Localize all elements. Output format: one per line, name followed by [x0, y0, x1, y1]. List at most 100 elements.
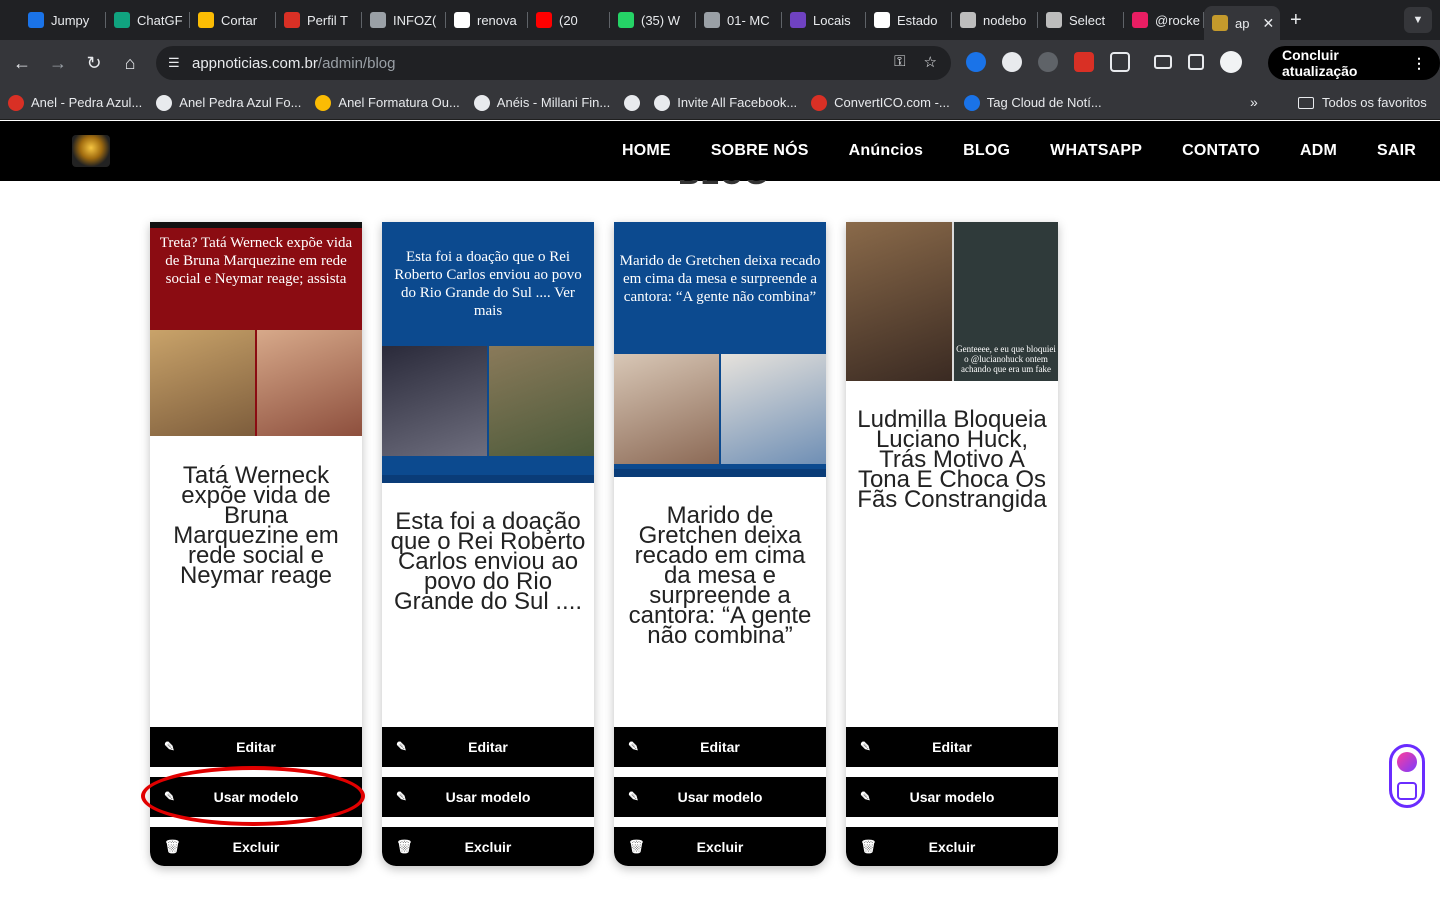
pencil-icon: ✎	[860, 739, 871, 754]
bookmark-item[interactable]: Anel Pedra Azul Fo...	[156, 94, 301, 111]
browser-tab[interactable]: Cortar	[190, 0, 276, 40]
tab-favicon-icon	[28, 12, 44, 28]
extension-wave-icon[interactable]	[1038, 52, 1058, 72]
password-key-icon[interactable]: ⚿	[894, 53, 905, 71]
tab-favicon-icon	[1212, 15, 1228, 31]
reload-icon[interactable]: ↻	[76, 45, 112, 81]
update-chrome-button[interactable]: Concluir atualização ⋮	[1268, 46, 1440, 80]
tab-favicon-icon	[536, 12, 552, 28]
close-tab-icon[interactable]: ✕	[1262, 15, 1274, 32]
browser-tab[interactable]: Jumpy	[20, 0, 106, 40]
extension-check-icon[interactable]	[966, 52, 986, 72]
browser-tab[interactable]: renova	[446, 0, 528, 40]
thumbnail-caption: Marido de Gretchen deixa recado em cima …	[619, 253, 821, 305]
browser-tab[interactable]: nodebo	[952, 0, 1038, 40]
delete-button[interactable]: 🗑 Excluir	[614, 827, 826, 866]
post-thumbnail[interactable]: Marido de Gretchen deixa recado em cima …	[614, 222, 826, 477]
browser-tab[interactable]: ap ✕	[1204, 6, 1280, 40]
tab-favicon-icon	[704, 12, 720, 28]
tab-title: (20	[559, 12, 578, 28]
browser-tab[interactable]: (35) W	[610, 0, 696, 40]
delete-button-label: Excluir	[696, 839, 744, 855]
browser-tab[interactable]: Estado	[866, 0, 952, 40]
bookmark-label: Anéis - Millani Fin...	[496, 95, 611, 110]
all-bookmarks-folder[interactable]: Todos os favoritos	[1298, 95, 1427, 110]
browser-tab[interactable]: ChatGF	[106, 0, 190, 40]
tab-favicon-icon	[618, 12, 634, 28]
pencil-icon: ✎	[396, 739, 407, 754]
bookmark-label: Anel - Pedra Azul...	[31, 95, 143, 110]
edit-button[interactable]: ✎ Editar	[614, 727, 826, 767]
bookmark-item[interactable]: Anel Formatura Ou...	[315, 94, 460, 111]
nav-link[interactable]: SOBRE NÓS	[691, 142, 829, 160]
site-info-icon[interactable]: ☰	[168, 55, 190, 71]
delete-button-label: Excluir	[232, 839, 280, 855]
nav-link[interactable]: SAIR	[1357, 142, 1436, 160]
browser-tab[interactable]: Select	[1038, 0, 1124, 40]
tab-title: Jumpy	[51, 12, 90, 28]
nav-link[interactable]: CONTATO	[1162, 142, 1280, 160]
more-vert-icon[interactable]: ⋮	[1412, 55, 1426, 72]
post-title[interactable]: Tatá Werneck expõe vida de Bruna Marquez…	[158, 464, 354, 588]
post-title[interactable]: Marido de Gretchen deixa recado em cima …	[622, 504, 818, 648]
post-thumbnail[interactable]: Esta foi a doação que o Rei Roberto Carl…	[382, 222, 594, 483]
bookmark-star-icon[interactable]: ☆	[924, 53, 937, 71]
address-bar[interactable]: ☰ appnoticias.com.br/admin/blog ⚿ ☆	[156, 46, 951, 80]
browser-tab[interactable]: Perfil T	[276, 0, 362, 40]
use-template-button[interactable]: ✎ Usar modelo	[614, 777, 826, 817]
nav-link[interactable]: ADM	[1280, 142, 1357, 160]
bookmark-item[interactable]: Tag Cloud de Notí...	[963, 94, 1102, 111]
bookmark-item[interactable]: Anel - Pedra Azul...	[8, 94, 143, 111]
bookmark-item[interactable]: Anéis - Millani Fin...	[473, 94, 611, 111]
home-icon[interactable]: ⌂	[112, 45, 148, 81]
post-thumbnail[interactable]: Treta? Tatá Werneck expõe vida de Bruna …	[150, 222, 362, 436]
delete-button-label: Excluir	[464, 839, 512, 855]
assistant-orb-icon[interactable]	[1397, 752, 1417, 772]
delete-button[interactable]: 🗑 Excluir	[846, 827, 1058, 866]
profile-avatar[interactable]	[1220, 51, 1242, 73]
tab-title: INFOZ(	[393, 12, 437, 28]
extension-globe-icon[interactable]	[1002, 52, 1022, 72]
floating-assistant-widget[interactable]	[1389, 744, 1425, 808]
url-host: appnoticias.com.br	[192, 54, 318, 72]
nav-link[interactable]: HOME	[602, 142, 691, 160]
back-arrow-icon[interactable]: ←	[4, 45, 40, 81]
delete-button[interactable]: 🗑 Excluir	[382, 827, 594, 866]
browser-tab[interactable]: 01- MC	[696, 0, 782, 40]
nav-link[interactable]: BLOG	[943, 142, 1030, 160]
edit-button[interactable]: ✎ Editar	[846, 727, 1058, 767]
post-thumbnail[interactable]: Genteeee, e eu que bloquiei o @lucianohu…	[846, 222, 1058, 381]
nav-link[interactable]: WHATSAPP	[1030, 142, 1162, 160]
tab-search-chevron-icon[interactable]: ▼	[1404, 7, 1432, 33]
bookmark-label: Invite All Facebook...	[677, 95, 798, 110]
forward-arrow-icon[interactable]: →	[40, 45, 76, 81]
nav-link[interactable]: Anúncios	[829, 142, 944, 160]
extension-puzzle-red-icon[interactable]	[1074, 52, 1094, 72]
use-template-button-label: Usar modelo	[677, 789, 763, 805]
edit-button[interactable]: ✎ Editar	[382, 727, 594, 767]
site-logo[interactable]	[72, 135, 110, 167]
browser-tab[interactable]: Locais	[782, 0, 866, 40]
new-tab-button[interactable]: +	[1290, 9, 1302, 32]
use-template-button[interactable]: ✎ Usar modelo	[382, 777, 594, 817]
browser-tab[interactable]: (20	[528, 0, 610, 40]
post-title[interactable]: Ludmilla Bloqueia Luciano Huck, Trás Mot…	[854, 408, 1050, 512]
bookmark-item[interactable]: Invite All Facebook...	[654, 94, 798, 111]
use-template-button[interactable]: ✎ Usar modelo	[846, 777, 1058, 817]
side-panel-icon[interactable]	[1188, 54, 1204, 70]
bookmark-item[interactable]: ConvertICO.com -...	[811, 94, 950, 111]
bookmark-item[interactable]	[624, 94, 641, 111]
post-title[interactable]: Esta foi a doação que o Rei Roberto Carl…	[390, 510, 586, 614]
delete-button[interactable]: 🗑 Excluir	[150, 827, 362, 866]
bookmark-favicon-icon	[156, 94, 173, 111]
browser-tab[interactable]: INFOZ(	[362, 0, 446, 40]
trash-icon: 🗑	[396, 839, 413, 854]
bookmark-list: Anel - Pedra Azul... Anel Pedra Azul Fo..…	[8, 94, 1116, 111]
edit-button[interactable]: ✎ Editar	[150, 727, 362, 767]
chart-image-icon[interactable]	[1397, 782, 1417, 800]
browser-tab[interactable]: @rocke	[1124, 0, 1204, 40]
extensions-icon[interactable]	[1110, 52, 1130, 72]
bookmarks-overflow-icon[interactable]: »	[1250, 94, 1258, 110]
reading-list-icon[interactable]	[1154, 55, 1172, 69]
thumbnail-photo	[150, 330, 255, 436]
